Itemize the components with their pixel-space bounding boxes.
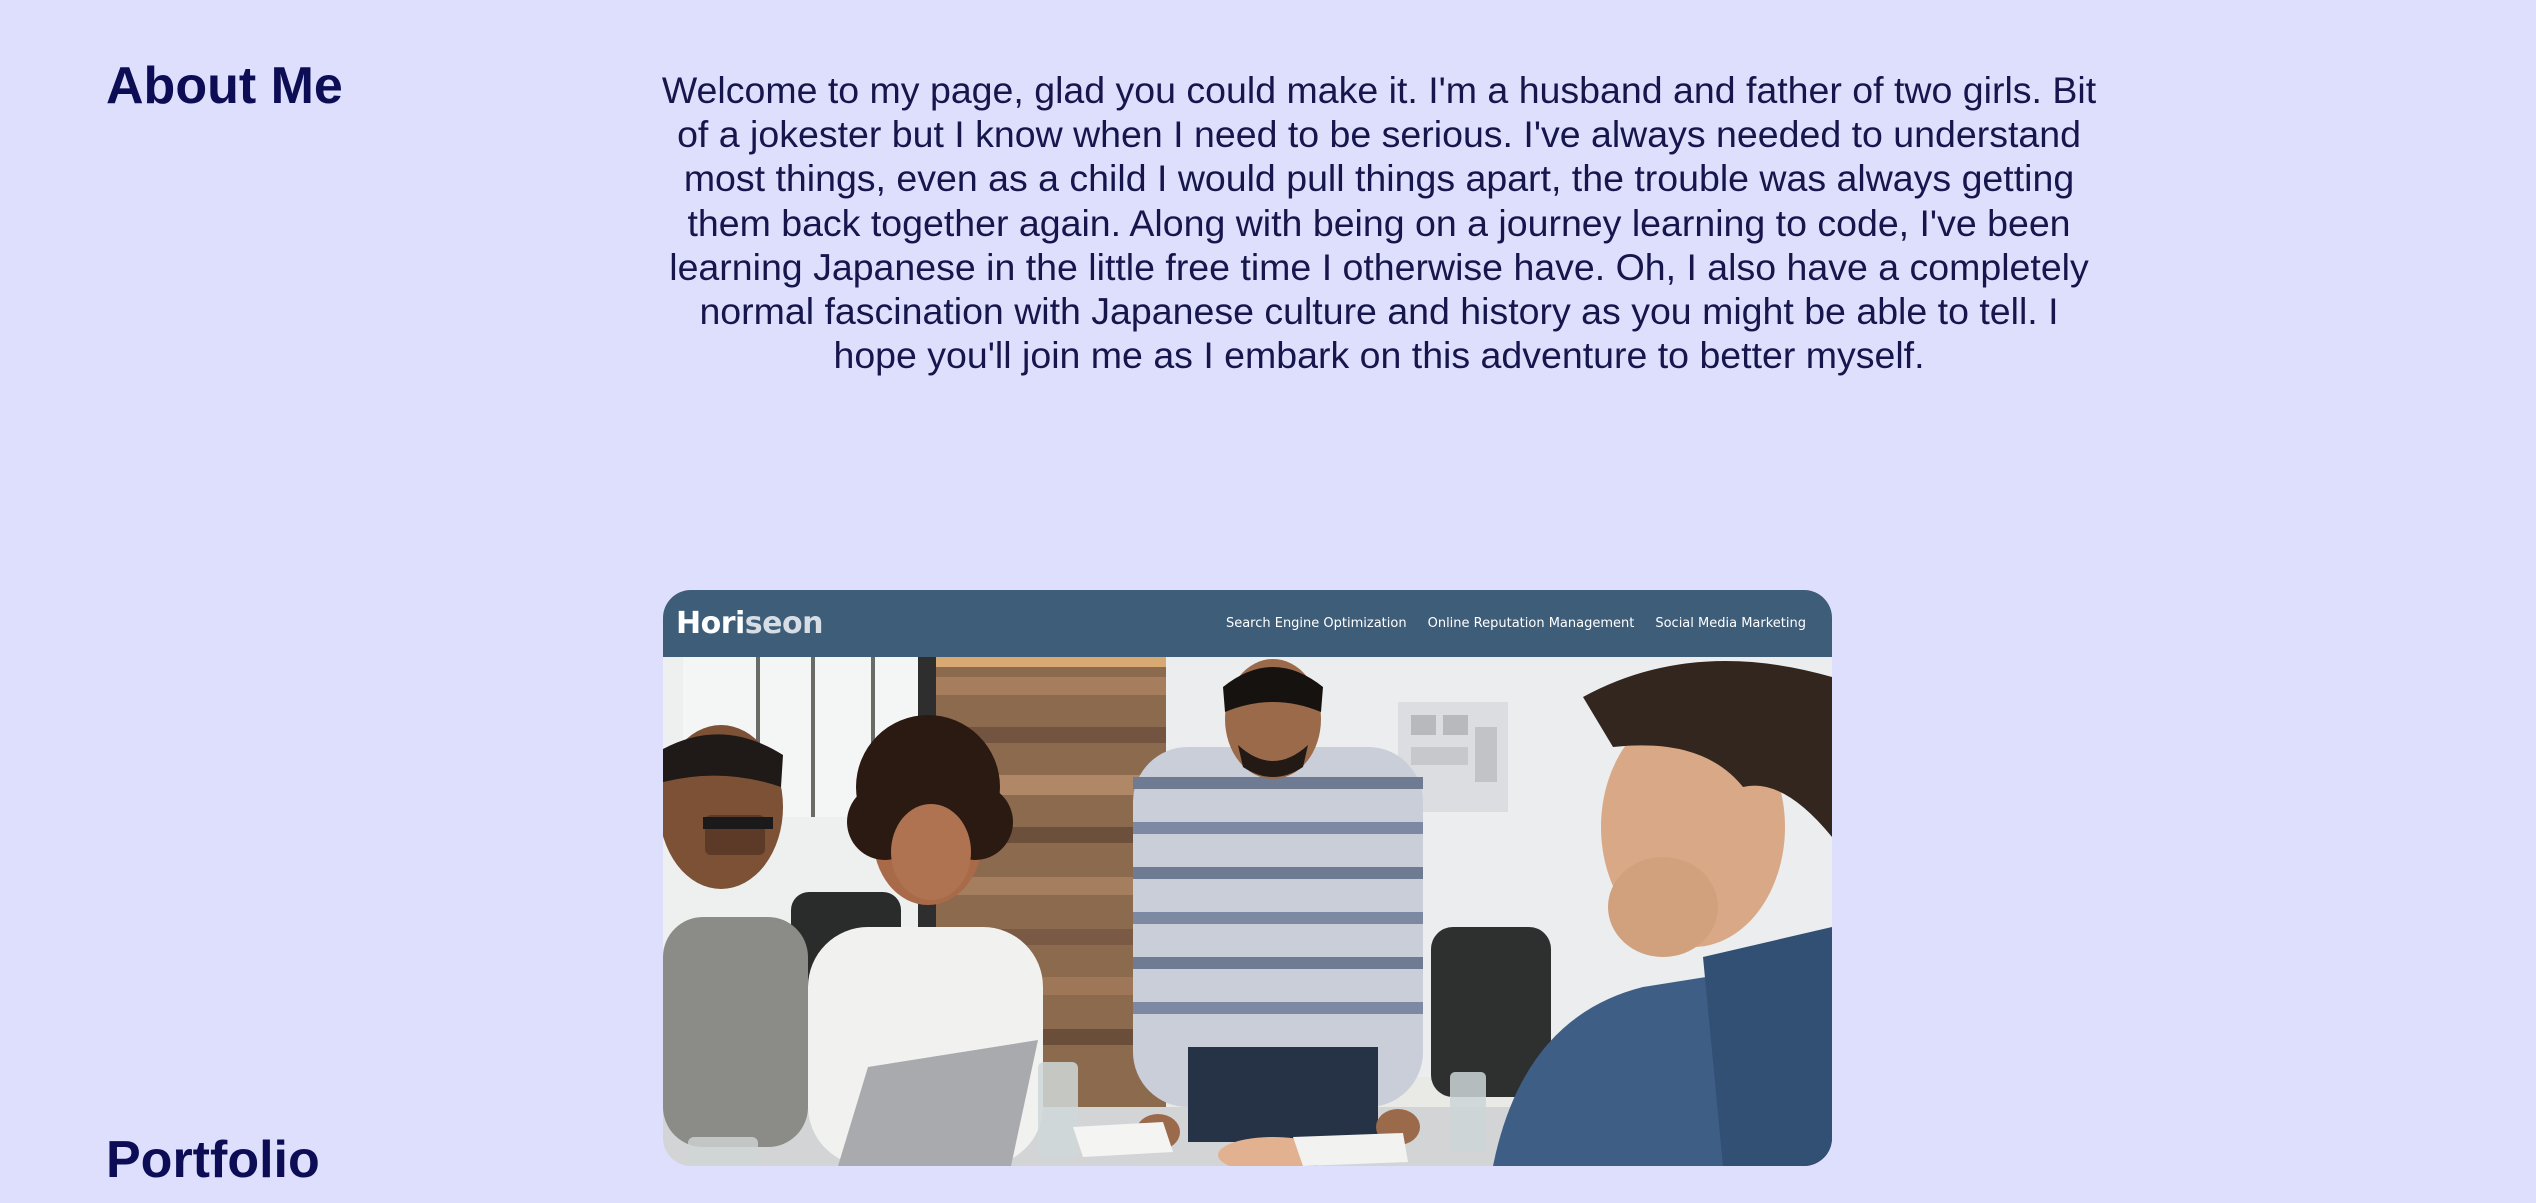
about-me-text: Welcome to my page, glad you could make … bbox=[661, 69, 2097, 377]
portfolio-heading: Portfolio bbox=[106, 1131, 320, 1189]
project-site-logo: Horiseon bbox=[676, 606, 823, 641]
logo-text-part2: seon bbox=[744, 606, 824, 641]
portfolio-project-screenshot[interactable]: Horiseon Search Engine Optimization Onli… bbox=[663, 590, 1832, 1166]
project-site-nav: Search Engine Optimization Online Reputa… bbox=[1226, 616, 1806, 631]
hero-team-photo bbox=[663, 657, 1832, 1166]
nav-link-reputation[interactable]: Online Reputation Management bbox=[1428, 616, 1635, 631]
nav-link-social[interactable]: Social Media Marketing bbox=[1655, 616, 1806, 631]
project-site-header: Horiseon Search Engine Optimization Onli… bbox=[663, 590, 1832, 657]
nav-link-seo[interactable]: Search Engine Optimization bbox=[1226, 616, 1407, 631]
page: About Me Welcome to my page, glad you co… bbox=[0, 0, 2536, 1203]
about-me-heading: About Me bbox=[106, 57, 343, 115]
logo-text-part1: Hori bbox=[676, 606, 745, 641]
